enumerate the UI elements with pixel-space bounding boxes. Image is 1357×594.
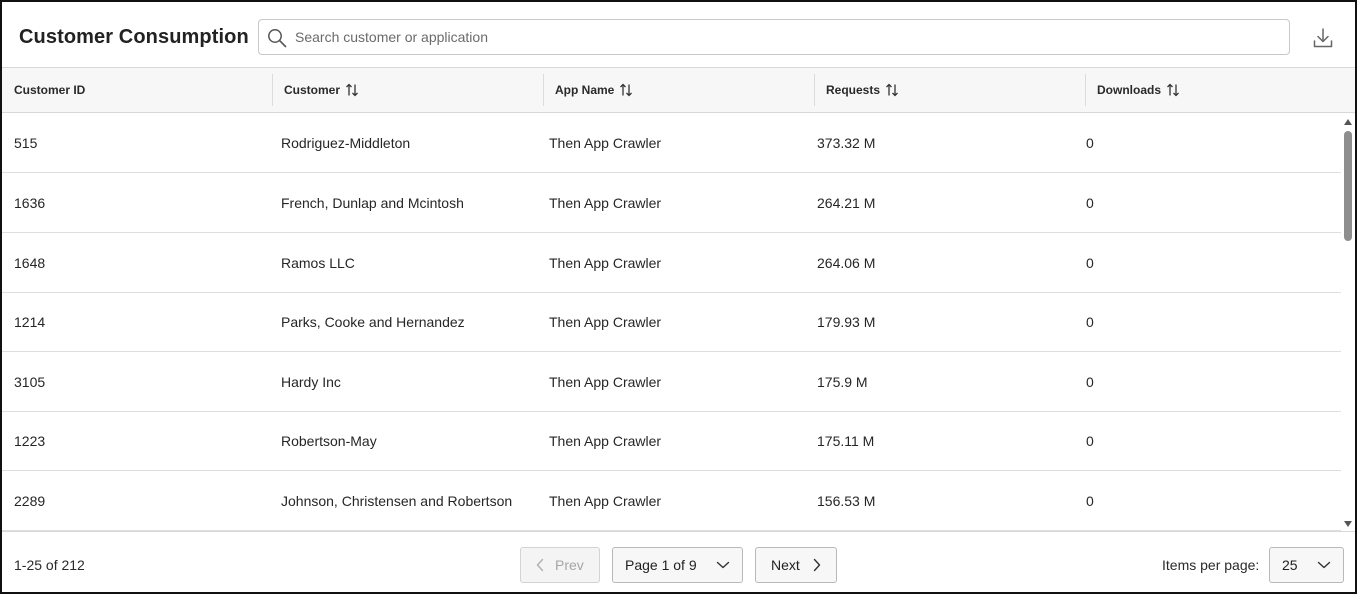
- next-label: Next: [771, 557, 800, 573]
- cell-customer-id: 1636: [14, 194, 46, 211]
- cell-app-name: Then App Crawler: [549, 254, 662, 271]
- cell-customer-id: 1214: [14, 313, 46, 330]
- cell-customer: French, Dunlap and Mcintosh: [281, 194, 464, 211]
- cell-requests: 179.93 M: [817, 313, 876, 330]
- download-icon: [1313, 28, 1333, 48]
- items-per-page-select[interactable]: 25: [1269, 547, 1344, 583]
- panel-header: Customer Consumption: [2, 2, 1355, 68]
- column-divider: [814, 74, 815, 106]
- prev-label: Prev: [555, 557, 584, 573]
- cell-customer: Robertson-May: [281, 432, 377, 449]
- column-label: Customer: [284, 83, 341, 97]
- column-header-app-name[interactable]: App Name: [543, 68, 814, 112]
- column-label: App Name: [555, 83, 615, 97]
- page-select-value: Page 1 of 9: [625, 557, 697, 573]
- search-box[interactable]: [258, 19, 1290, 55]
- result-range: 1-25 of 212: [14, 557, 85, 573]
- cell-customer: Rodriguez-Middleton: [281, 134, 411, 151]
- pagination-bar: 1-25 of 212 Prev Page 1 of 9 Next Items …: [2, 531, 1355, 592]
- table-body: 515 Rodriguez-Middleton Then App Crawler…: [2, 113, 1341, 531]
- column-header-customer[interactable]: Customer: [272, 68, 543, 112]
- table-row[interactable]: 515 Rodriguez-Middleton Then App Crawler…: [2, 113, 1341, 173]
- column-header-downloads[interactable]: Downloads: [1085, 68, 1355, 112]
- cell-downloads: 0: [1086, 313, 1094, 330]
- sort-icon[interactable]: [1166, 83, 1180, 97]
- chevron-down-icon: [716, 561, 730, 569]
- table-header: Customer ID Customer App Name Requests D…: [2, 67, 1355, 113]
- column-label: Customer ID: [14, 83, 86, 97]
- table-row[interactable]: 1636 French, Dunlap and Mcintosh Then Ap…: [2, 173, 1341, 233]
- column-divider: [272, 74, 273, 106]
- cell-downloads: 0: [1086, 492, 1094, 509]
- cell-app-name: Then App Crawler: [549, 432, 662, 449]
- table-row[interactable]: 1223 Robertson-May Then App Crawler 175.…: [2, 411, 1341, 471]
- table-row[interactable]: 1214 Parks, Cooke and Hernandez Then App…: [2, 292, 1341, 352]
- cell-requests: 175.11 M: [817, 432, 875, 449]
- sort-icon[interactable]: [345, 83, 359, 97]
- items-per-page-label: Items per page:: [1162, 557, 1260, 573]
- chevron-left-icon: [536, 558, 544, 572]
- customer-consumption-panel: Customer Consumption Customer ID Custome…: [0, 0, 1357, 594]
- cell-customer-id: 3105: [14, 373, 46, 390]
- prev-page-button[interactable]: Prev: [520, 547, 600, 583]
- download-button[interactable]: [1311, 26, 1335, 50]
- cell-downloads: 0: [1086, 134, 1094, 151]
- chevron-right-icon: [813, 558, 820, 572]
- search-input[interactable]: [295, 20, 1275, 54]
- cell-customer-id: 1648: [14, 254, 46, 271]
- cell-customer: Parks, Cooke and Hernandez: [281, 313, 465, 330]
- page-title: Customer Consumption: [19, 26, 249, 48]
- cell-customer: Hardy Inc: [281, 373, 341, 390]
- cell-app-name: Then App Crawler: [549, 134, 662, 151]
- cell-requests: 264.06 M: [817, 254, 876, 271]
- column-header-customer-id: Customer ID: [2, 68, 272, 112]
- cell-downloads: 0: [1086, 254, 1094, 271]
- cell-customer-id: 515: [14, 134, 38, 151]
- sort-icon[interactable]: [885, 83, 899, 97]
- scrollbar-thumb[interactable]: [1344, 131, 1352, 241]
- scroll-up-arrow-icon[interactable]: [1343, 117, 1353, 127]
- scroll-down-arrow-icon[interactable]: [1343, 519, 1353, 529]
- cell-app-name: Then App Crawler: [549, 492, 662, 509]
- cell-customer: Johnson, Christensen and Robertson: [281, 492, 513, 509]
- table-row[interactable]: 1648 Ramos LLC Then App Crawler 264.06 M…: [2, 233, 1341, 293]
- cell-app-name: Then App Crawler: [549, 313, 662, 330]
- chevron-down-icon: [1317, 561, 1331, 569]
- cell-requests: 264.21 M: [817, 194, 876, 211]
- next-page-button[interactable]: Next: [755, 547, 837, 583]
- column-header-requests[interactable]: Requests: [814, 68, 1085, 112]
- cell-downloads: 0: [1086, 373, 1094, 390]
- table-row[interactable]: 2289 Johnson, Christensen and Robertson …: [2, 471, 1341, 531]
- cell-requests: 373.32 M: [817, 134, 876, 151]
- column-label: Downloads: [1097, 83, 1162, 97]
- cell-requests: 156.53 M: [817, 492, 876, 509]
- column-divider: [543, 74, 544, 106]
- cell-customer-id: 2289: [14, 492, 46, 509]
- sort-icon[interactable]: [619, 83, 633, 97]
- table-row[interactable]: 3105 Hardy Inc Then App Crawler 175.9 M …: [2, 352, 1341, 412]
- cell-app-name: Then App Crawler: [549, 373, 662, 390]
- page-select[interactable]: Page 1 of 9: [612, 547, 743, 583]
- table-scrollbar[interactable]: [1341, 113, 1355, 531]
- items-per-page-value: 25: [1282, 557, 1298, 573]
- cell-downloads: 0: [1086, 194, 1094, 211]
- cell-downloads: 0: [1086, 432, 1094, 449]
- cell-requests: 175.9 M: [817, 373, 868, 390]
- column-divider: [1085, 74, 1086, 106]
- column-label: Requests: [826, 83, 881, 97]
- cell-app-name: Then App Crawler: [549, 194, 662, 211]
- cell-customer: Ramos LLC: [281, 254, 355, 271]
- search-icon: [268, 29, 287, 48]
- cell-customer-id: 1223: [14, 432, 46, 449]
